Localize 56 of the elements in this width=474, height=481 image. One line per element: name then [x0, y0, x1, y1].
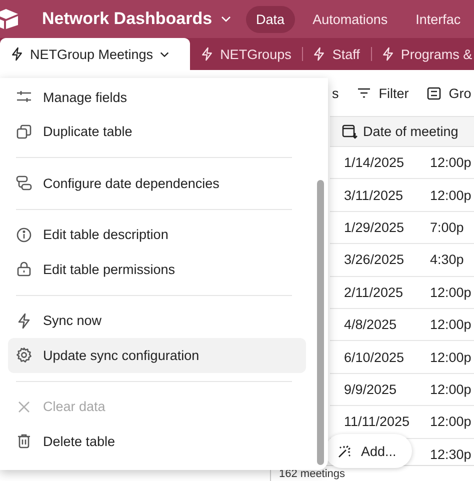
date-cell-text: 4/8/2025	[343, 317, 398, 332]
date-cell-text: 6/10/2025	[343, 350, 406, 365]
magic-wand-icon	[337, 444, 352, 458]
time-cell: 12:00p	[430, 414, 472, 430]
nav-tab[interactable]: Automations	[302, 6, 398, 32]
bolt-icon	[10, 46, 24, 62]
close-icon	[16, 398, 32, 415]
bolt-icon	[380, 46, 395, 62]
trash-icon	[16, 433, 32, 450]
table-tab[interactable]: NETGroup Meetings	[0, 38, 190, 70]
date-cell-text: 3/11/2025	[343, 188, 404, 203]
calendar-icon	[342, 124, 358, 139]
toolbar-button[interactable]: s	[332, 86, 339, 100]
bolt-icon	[312, 46, 326, 62]
connected-boxes-icon	[16, 175, 32, 192]
nav-tab[interactable]: Interfac	[406, 6, 471, 32]
nav-tab[interactable]: Data	[246, 6, 295, 32]
time-cell: 12:00p	[430, 188, 472, 203]
date-cell-text: 3/26/2025	[343, 252, 406, 268]
add-button[interactable]: Add...	[325, 434, 412, 468]
bolt-icon	[16, 312, 32, 329]
time-cell: 12:00p	[430, 382, 472, 397]
settings-icon	[16, 347, 32, 364]
time-cell: 7:00p	[430, 220, 464, 235]
time-cell: 4:30p	[430, 252, 464, 268]
base-name[interactable]: Network Dashboards	[42, 9, 212, 29]
time-cell: 12:00p	[430, 284, 472, 300]
date-cell-text: 1/29/2025	[343, 220, 406, 235]
time-cell: 12:00p	[430, 155, 472, 170]
group-button[interactable]: Gro	[426, 86, 472, 100]
filter-button[interactable]: Filter	[356, 86, 409, 100]
copy-icon	[16, 124, 32, 140]
time-cell: 12:00p	[430, 317, 472, 332]
menu-item[interactable]: Duplicate table	[8, 114, 306, 149]
menu-item[interactable]: Update sync configuration	[8, 338, 306, 372]
menu-item[interactable]: Edit table description	[8, 218, 306, 252]
date-cell-text: 1/14/2025	[343, 155, 406, 170]
info-icon	[16, 226, 32, 243]
time-cell: 12:00p	[430, 350, 472, 365]
menu-item[interactable]: Edit table permissions	[8, 252, 306, 286]
date-cell-text: 11/11/2025	[343, 414, 411, 430]
list-icon	[426, 86, 441, 100]
filter-icon	[356, 87, 371, 99]
menu-item[interactable]: Sync now	[8, 304, 306, 338]
menu-item[interactable]: Delete table	[8, 424, 306, 458]
lock-icon	[16, 261, 32, 278]
table-tab[interactable]: Staff	[302, 38, 371, 70]
scrollbar[interactable]	[317, 180, 324, 465]
menu-item[interactable]: Manage fields	[8, 80, 306, 114]
date-cell-text: 9/9/2025	[343, 382, 398, 397]
date-cell-text: 2/11/2025	[343, 284, 404, 300]
bolt-icon	[200, 46, 214, 62]
table-tab[interactable]: NETGroups	[190, 38, 302, 70]
menu-item[interactable]: Configure date dependencies	[8, 166, 306, 200]
table-tab[interactable]: Programs &	[370, 38, 474, 70]
time-cell: 12:30p	[430, 446, 472, 462]
